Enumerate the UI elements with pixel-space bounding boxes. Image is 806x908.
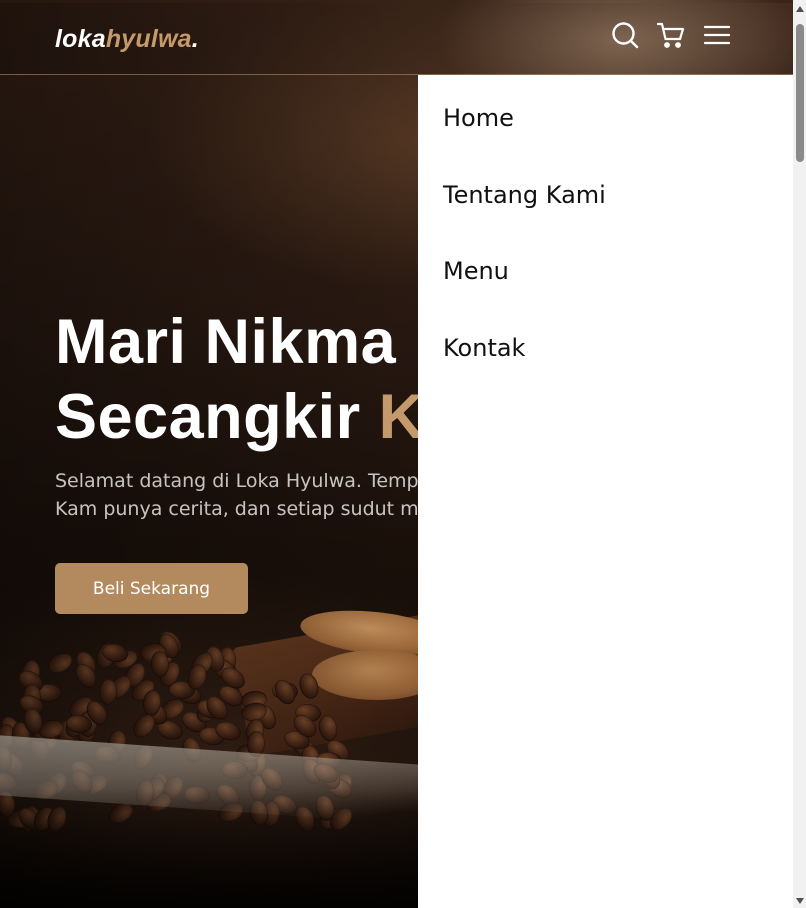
scroll-down-arrow-icon[interactable] [796,898,804,904]
menu-item-about[interactable]: Tentang Kami [443,181,606,209]
brand-logo[interactable]: lokahyulwa. [55,25,199,54]
side-menu: Home Tentang Kami Menu Kontak [418,75,793,908]
menu-item-home[interactable]: Home [443,104,514,132]
scroll-up-arrow-icon[interactable] [796,6,804,12]
buy-now-button[interactable]: Beli Sekarang [55,563,248,614]
search-icon[interactable] [611,21,639,49]
vertical-scrollbar[interactable] [793,0,806,908]
hamburger-menu-icon[interactable] [703,21,731,49]
nav-icons [611,21,731,49]
menu-item-contact[interactable]: Kontak [443,334,525,362]
brand-part1: loka [55,25,106,53]
brand-dot: . [191,25,199,53]
scroll-thumb[interactable] [796,24,804,162]
page-viewport: lokahyulwa. Mari Nikma Secangkir K Selam… [0,0,793,908]
navbar: lokahyulwa. [0,3,793,75]
menu-item-menu[interactable]: Menu [443,257,509,285]
brand-part2: hyulwa [105,25,192,53]
cart-icon[interactable] [657,21,685,49]
hero-title-line2-prefix: Secangkir [55,382,379,452]
hero-title-line1: Mari Nikma [55,307,397,377]
